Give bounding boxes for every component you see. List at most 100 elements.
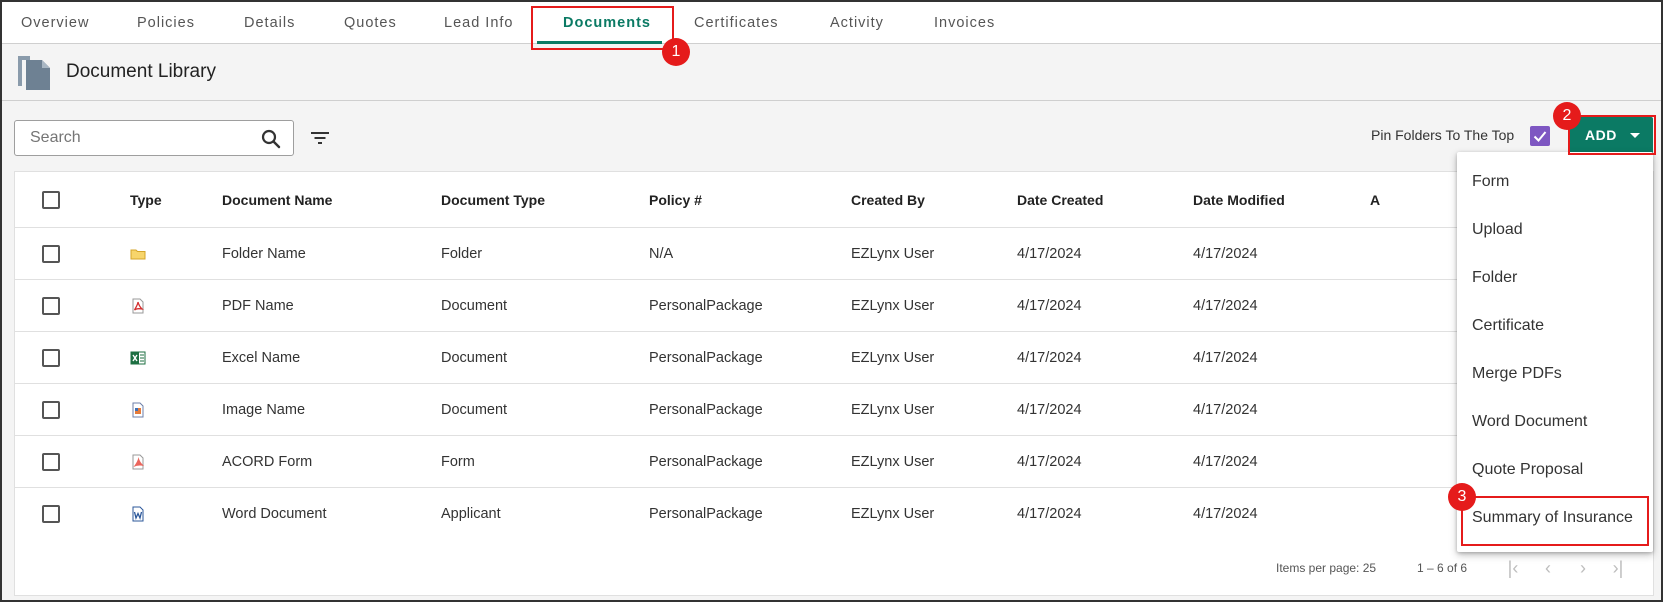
created-by: EZLynx User xyxy=(851,506,935,522)
filter-icon[interactable] xyxy=(307,125,333,151)
menu-item-certificate[interactable]: Certificate xyxy=(1457,302,1653,350)
date-modified: 4/17/2024 xyxy=(1193,349,1258,366)
created-by: EZLynx User xyxy=(851,297,935,314)
add-dropdown-menu: Form Upload Folder Certificate Merge PDF… xyxy=(1457,152,1653,552)
column-header-created-by[interactable]: Created By xyxy=(851,172,925,227)
column-header-document-name[interactable]: Document Name xyxy=(222,172,332,227)
page-range-label: 1 – 6 of 6 xyxy=(1417,561,1468,575)
column-header-date-modified[interactable]: Date Modified xyxy=(1193,172,1285,227)
table-header-row: Type Document Name Document Type Policy … xyxy=(15,172,1653,228)
policy-number: PersonalPackage xyxy=(649,453,763,470)
row-checkbox[interactable] xyxy=(42,296,60,315)
step-badge-1: 1 xyxy=(662,38,690,66)
tab-overview[interactable]: Overview xyxy=(21,2,89,44)
excel-icon xyxy=(130,332,146,383)
pdf-icon xyxy=(130,280,146,331)
pin-folders-checkbox[interactable] xyxy=(1530,126,1550,146)
folder-icon xyxy=(130,228,146,279)
tab-quotes[interactable]: Quotes xyxy=(344,2,397,44)
table-paginator: Items per page: 25 1 – 6 of 6 |‹ ‹ › ›| xyxy=(15,540,1653,596)
tab-policies[interactable]: Policies xyxy=(137,2,195,44)
acord-form-icon xyxy=(130,436,146,487)
image-icon xyxy=(130,384,146,435)
column-header-date-created[interactable]: Date Created xyxy=(1017,172,1103,227)
document-name[interactable]: ACORD Form xyxy=(222,436,312,487)
policy-number: PersonalPackage xyxy=(649,297,763,314)
previous-page-icon[interactable]: ‹ xyxy=(1534,554,1562,582)
word-icon xyxy=(130,488,146,540)
policy-number: PersonalPackage xyxy=(649,401,763,418)
menu-item-quote-proposal[interactable]: Quote Proposal xyxy=(1457,446,1653,494)
document-name[interactable]: Excel Name xyxy=(222,332,300,383)
date-created: 4/17/2024 xyxy=(1017,297,1082,314)
row-checkbox[interactable] xyxy=(42,400,60,419)
date-modified: 4/17/2024 xyxy=(1193,506,1258,522)
column-header-type[interactable]: Type xyxy=(130,172,162,227)
column-header-partial[interactable]: A xyxy=(1370,172,1380,227)
document-name[interactable]: Image Name xyxy=(222,384,305,435)
policy-number: PersonalPackage xyxy=(649,349,763,366)
row-checkbox[interactable] xyxy=(42,244,60,263)
menu-item-upload[interactable]: Upload xyxy=(1457,206,1653,254)
table-row[interactable]: Folder Name Folder N/A EZLynx User 4/17/… xyxy=(15,228,1653,280)
highlight-add-button xyxy=(1568,115,1656,155)
table-row[interactable]: Excel Name Document PersonalPackage EZLy… xyxy=(15,332,1653,384)
created-by: EZLynx User xyxy=(851,245,935,262)
row-checkbox[interactable] xyxy=(42,505,60,523)
tab-invoices[interactable]: Invoices xyxy=(934,2,995,44)
next-page-icon[interactable]: › xyxy=(1569,554,1597,582)
column-header-document-type[interactable]: Document Type xyxy=(441,172,545,227)
select-all-checkbox[interactable] xyxy=(42,190,60,209)
policy-number: N/A xyxy=(649,245,674,262)
document-name[interactable]: PDF Name xyxy=(222,280,294,331)
table-row[interactable]: PDF Name Document PersonalPackage EZLynx… xyxy=(15,280,1653,332)
created-by: EZLynx User xyxy=(851,453,935,470)
page-title: Document Library xyxy=(66,61,216,82)
tab-lead-info[interactable]: Lead Info xyxy=(444,2,513,44)
column-header-policy[interactable]: Policy # xyxy=(649,172,702,227)
tab-bar: Overview Policies Details Quotes Lead In… xyxy=(2,2,1661,44)
document-name[interactable]: Word Document xyxy=(222,488,327,540)
document-type: Form xyxy=(441,453,475,470)
step-badge-3: 3 xyxy=(1448,483,1476,511)
highlight-documents-tab xyxy=(531,6,674,50)
row-checkbox[interactable] xyxy=(42,452,60,471)
menu-item-form[interactable]: Form xyxy=(1457,158,1653,206)
search-icon[interactable] xyxy=(259,127,283,151)
row-checkbox[interactable] xyxy=(42,348,60,367)
app-frame: Overview Policies Details Quotes Lead In… xyxy=(0,0,1663,602)
first-page-icon[interactable]: |‹ xyxy=(1499,554,1527,582)
search-input[interactable] xyxy=(16,122,246,154)
policy-number: PersonalPackage xyxy=(649,506,763,522)
table-row[interactable]: ACORD Form Form PersonalPackage EZLynx U… xyxy=(15,436,1653,488)
document-type: Folder xyxy=(441,245,483,262)
tab-certificates[interactable]: Certificates xyxy=(694,2,779,44)
items-per-page-label[interactable]: Items per page: 25 xyxy=(1276,561,1376,575)
document-type: Document xyxy=(441,349,508,366)
tab-details[interactable]: Details xyxy=(244,2,295,44)
tab-activity[interactable]: Activity xyxy=(830,2,884,44)
document-library-icon xyxy=(18,56,50,90)
menu-item-word-document[interactable]: Word Document xyxy=(1457,398,1653,446)
date-modified: 4/17/2024 xyxy=(1193,245,1258,262)
document-type: Document xyxy=(441,401,508,418)
document-name[interactable]: Folder Name xyxy=(222,228,306,279)
date-modified: 4/17/2024 xyxy=(1193,453,1258,470)
date-created: 4/17/2024 xyxy=(1017,453,1082,470)
search-box xyxy=(14,120,294,156)
pin-folders-label: Pin Folders To The Top xyxy=(1371,127,1515,143)
highlight-summary-of-insurance xyxy=(1461,496,1649,546)
step-badge-2: 2 xyxy=(1553,102,1581,130)
created-by: EZLynx User xyxy=(851,401,935,418)
checkmark-icon xyxy=(1533,131,1547,142)
table-row[interactable]: Image Name Document PersonalPackage EZLy… xyxy=(15,384,1653,436)
created-by: EZLynx User xyxy=(851,349,935,366)
date-created: 4/17/2024 xyxy=(1017,349,1082,366)
menu-item-merge-pdfs[interactable]: Merge PDFs xyxy=(1457,350,1653,398)
table-row[interactable]: Word Document Applicant PersonalPackage … xyxy=(15,488,1653,540)
page-header: Document Library xyxy=(2,44,1661,101)
menu-item-folder[interactable]: Folder xyxy=(1457,254,1653,302)
document-type: Document xyxy=(441,297,508,314)
date-created: 4/17/2024 xyxy=(1017,401,1082,418)
last-page-icon[interactable]: ›| xyxy=(1604,554,1632,582)
